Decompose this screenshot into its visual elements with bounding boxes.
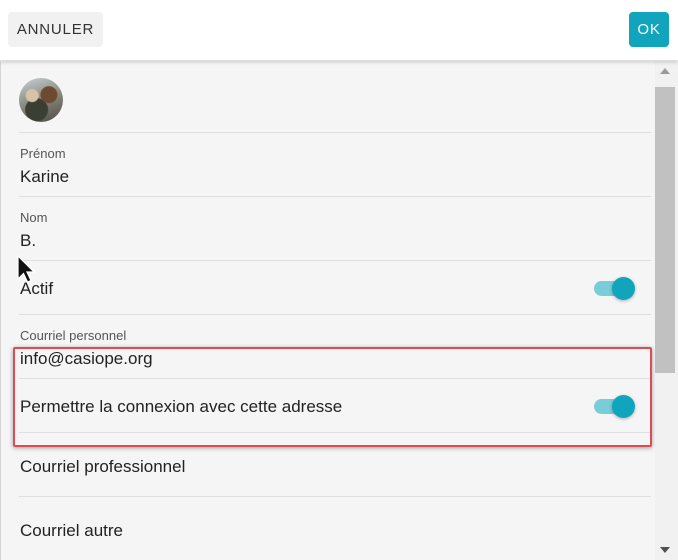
personal-email-label: Courriel personnel — [20, 328, 127, 343]
last-name-field[interactable]: B. — [20, 231, 36, 251]
first-name-label: Prénom — [20, 146, 66, 161]
mouse-pointer-icon — [17, 255, 36, 283]
contact-form: Prénom Karine Nom B. Actif Courriel pers… — [0, 61, 655, 560]
other-email-field[interactable]: Courriel autre — [20, 521, 123, 541]
scrollbar[interactable] — [655, 61, 678, 560]
highlight-box — [13, 347, 652, 447]
divider — [19, 132, 651, 133]
dialog-header: ANNULER OK — [0, 0, 678, 60]
cancel-button[interactable]: ANNULER — [8, 12, 103, 47]
scrollbar-thumb[interactable] — [655, 87, 675, 373]
active-toggle[interactable] — [594, 277, 636, 301]
scroll-up-arrow-icon[interactable] — [660, 68, 670, 74]
scroll-down-arrow-icon[interactable] — [660, 547, 670, 553]
divider — [19, 260, 651, 261]
divider — [19, 314, 651, 315]
divider — [19, 496, 651, 497]
last-name-label: Nom — [20, 210, 48, 225]
first-name-field[interactable]: Karine — [20, 167, 69, 187]
toggle-thumb — [612, 277, 635, 300]
avatar[interactable] — [19, 78, 63, 122]
ok-button[interactable]: OK — [629, 12, 669, 47]
divider — [19, 196, 651, 197]
professional-email-field[interactable]: Courriel professionnel — [20, 457, 185, 477]
